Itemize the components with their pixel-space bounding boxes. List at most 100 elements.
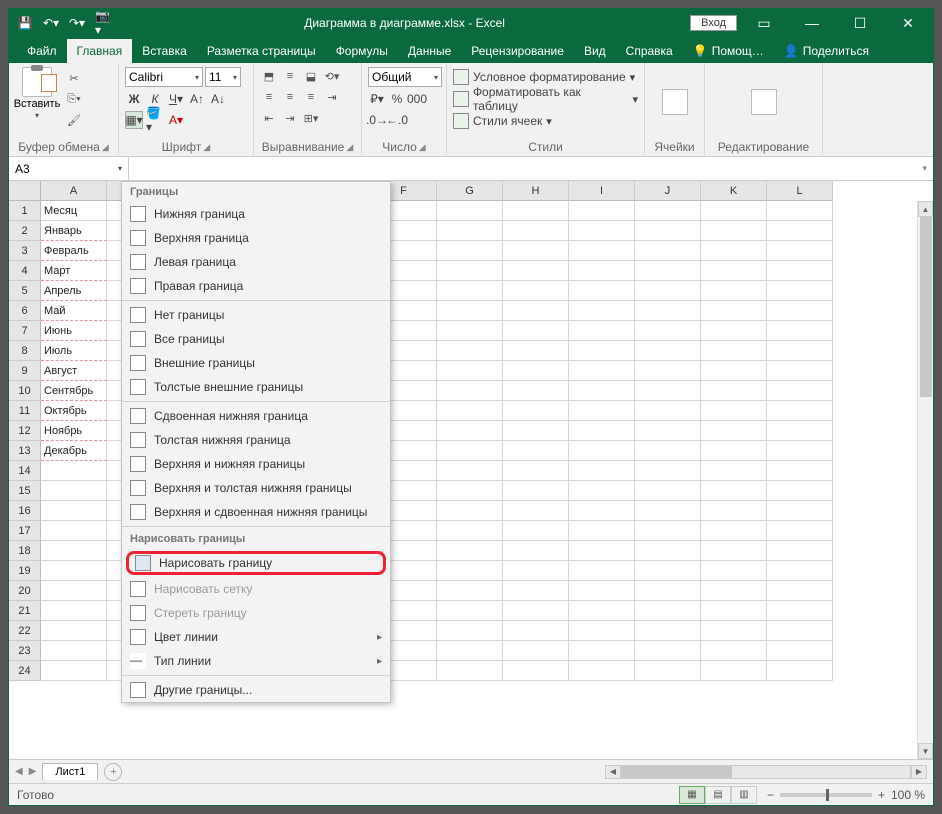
cell[interactable] [701,301,767,321]
cell[interactable] [635,481,701,501]
cell[interactable] [569,421,635,441]
border-double-bottom-item[interactable]: Сдвоенная нижняя граница [122,404,390,428]
cell[interactable] [41,621,107,641]
cell[interactable] [569,301,635,321]
cell[interactable] [767,541,833,561]
cell[interactable] [503,361,569,381]
cell[interactable] [437,301,503,321]
cell[interactable]: Февраль [41,241,107,261]
cell[interactable] [503,281,569,301]
cell[interactable] [569,341,635,361]
cell[interactable] [701,481,767,501]
cell[interactable] [767,601,833,621]
cell[interactable] [767,361,833,381]
row-header[interactable]: 2 [9,221,41,241]
cell[interactable] [437,321,503,341]
cell[interactable] [437,601,503,621]
cell[interactable] [635,341,701,361]
tab-pagelayout[interactable]: Разметка страницы [197,39,326,63]
cell[interactable] [437,461,503,481]
cells-icon[interactable] [662,89,688,115]
zoom-level[interactable]: 100 % [891,788,925,802]
vertical-scrollbar[interactable]: ▲ ▼ [917,201,933,759]
cell[interactable] [569,481,635,501]
minimize-button[interactable]: — [791,9,833,37]
scroll-up-button[interactable]: ▲ [918,201,933,217]
cell[interactable] [635,521,701,541]
cell[interactable] [569,321,635,341]
increase-indent-button[interactable]: ⇥ [281,109,299,127]
column-header[interactable]: G [437,181,503,201]
column-header[interactable]: J [635,181,701,201]
tab-file[interactable]: Файл [17,39,67,63]
cell[interactable] [503,241,569,261]
align-top-button[interactable]: ⬒ [260,67,278,85]
scroll-left-button[interactable]: ◀ [605,765,621,779]
cell[interactable] [503,481,569,501]
cell[interactable] [503,381,569,401]
cell[interactable] [635,421,701,441]
cell[interactable] [701,381,767,401]
cell[interactable] [569,381,635,401]
tab-nav-next[interactable]: ▶ [29,766,37,777]
cell[interactable] [503,301,569,321]
expand-icon[interactable]: ▾ [922,163,927,174]
cell[interactable]: Декабрь [41,441,107,461]
tab-view[interactable]: Вид [574,39,616,63]
zoom-knob[interactable] [826,789,829,801]
cell[interactable] [437,201,503,221]
cell[interactable] [635,641,701,661]
cell[interactable] [41,561,107,581]
line-color-item[interactable]: Цвет линии [122,625,390,649]
close-button[interactable]: ✕ [887,9,929,37]
border-right-item[interactable]: Правая граница [122,274,390,298]
camera-icon[interactable]: 📷▾ [95,15,111,31]
cut-button[interactable]: ✂ [63,69,85,87]
cell[interactable] [635,621,701,641]
tab-data[interactable]: Данные [398,39,461,63]
percent-button[interactable]: % [388,90,406,108]
cell[interactable] [701,661,767,681]
cell[interactable] [635,581,701,601]
cell[interactable] [767,661,833,681]
cell[interactable] [569,441,635,461]
tell-me[interactable]: 💡Помощ… [683,39,774,63]
row-header[interactable]: 14 [9,461,41,481]
cell[interactable] [767,261,833,281]
border-thick-outside-item[interactable]: Толстые внешние границы [122,375,390,399]
erase-border-item[interactable]: Стереть границу [122,601,390,625]
row-header[interactable]: 1 [9,201,41,221]
decrease-decimal-button[interactable]: ←.0 [388,111,406,129]
cell[interactable] [701,221,767,241]
cell[interactable]: Май [41,301,107,321]
cell[interactable] [437,561,503,581]
cell[interactable] [767,221,833,241]
cell[interactable] [503,621,569,641]
cell[interactable] [701,421,767,441]
increase-font-button[interactable]: A↑ [188,90,206,108]
cell[interactable]: Июнь [41,321,107,341]
merge-button[interactable]: ⊞▾ [302,109,320,127]
cell[interactable] [767,341,833,361]
cell[interactable] [701,541,767,561]
cell[interactable] [503,461,569,481]
format-painter-button[interactable]: 🖌 [63,111,85,129]
zoom-out-button[interactable]: − [767,788,774,802]
cell[interactable] [767,461,833,481]
cell[interactable] [437,501,503,521]
ribbon-display-icon[interactable]: ▭ [743,9,785,37]
cell[interactable] [41,481,107,501]
cell[interactable] [41,461,107,481]
cell[interactable] [767,301,833,321]
cell[interactable] [503,661,569,681]
border-top-thick-bottom-item[interactable]: Верхняя и толстая нижняя границы [122,476,390,500]
cell[interactable] [503,521,569,541]
login-button[interactable]: Вход [690,15,737,31]
more-borders-item[interactable]: Другие границы... [122,678,390,702]
cell[interactable] [503,401,569,421]
formula-bar[interactable]: ▾ [129,157,933,180]
cell[interactable] [503,321,569,341]
cell[interactable] [437,281,503,301]
underline-button[interactable]: Ч▾ [167,90,185,108]
cell[interactable] [437,621,503,641]
